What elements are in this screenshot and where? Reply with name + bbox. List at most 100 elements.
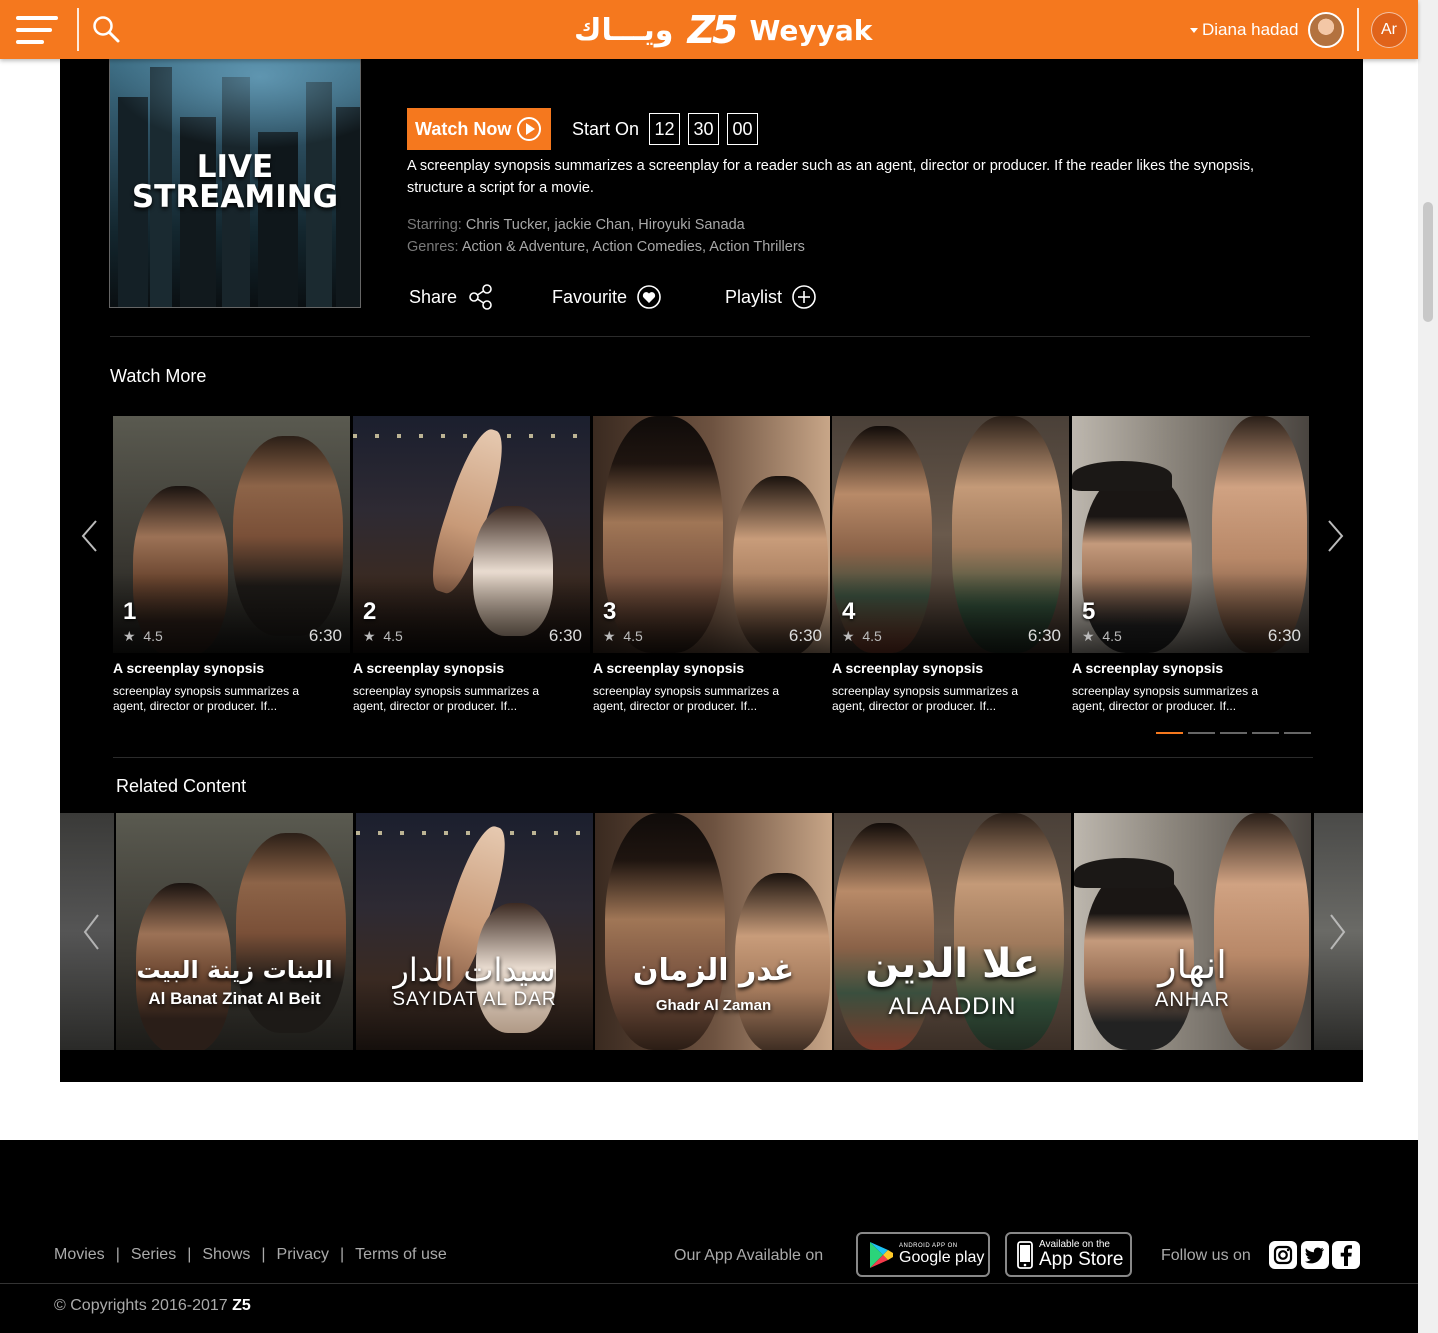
related-title-arabic: البنات زينة البيت: [136, 956, 333, 984]
weyyak-logo[interactable]: ويـــاك Z5 Weyyak: [574, 8, 872, 52]
page-scrollbar[interactable]: [1418, 0, 1438, 1333]
related-title-english: Al Banat Zinat Al Beit: [148, 989, 321, 1008]
language-button[interactable]: Ar: [1371, 12, 1407, 48]
google-play-text: Google play: [899, 1248, 985, 1266]
card-rating: ★ 4.5: [1082, 628, 1122, 645]
card-duration: 6:30: [308, 626, 342, 645]
carousel-pagination: [1156, 732, 1311, 734]
link-separator: |: [261, 1246, 266, 1263]
related-title-english: SAYIDAT AL DAR: [392, 989, 557, 1010]
related-content-title: Related Content: [116, 776, 247, 796]
pagination-dot[interactable]: [1188, 732, 1215, 734]
related-card[interactable]: علا الدين ALAADDIN: [834, 813, 1071, 1050]
share-button[interactable]: Share: [409, 284, 495, 310]
favourite-button[interactable]: Favourite: [552, 284, 661, 310]
card-duration: 6:30: [1267, 626, 1301, 645]
related-title-english: ANHAR: [1154, 989, 1230, 1011]
search-icon[interactable]: [91, 14, 121, 44]
pagination-dot[interactable]: [1252, 732, 1279, 734]
pagination-dot[interactable]: [1284, 732, 1311, 734]
related-card[interactable]: البنات زينة البيت Al Banat Zinat Al Beit: [116, 813, 353, 1050]
star-icon: ★: [1082, 628, 1095, 644]
related-card[interactable]: غدر الزمان Ghadr Al Zaman: [595, 813, 832, 1050]
watch-more-card[interactable]: 1 ★ 4.5 6:30 A screenplay synopsis scree…: [113, 416, 350, 716]
live-streaming-poster[interactable]: LIVE STREAMING: [109, 59, 361, 308]
logo-mark: Z5: [687, 8, 738, 52]
instagram-icon[interactable]: [1269, 1241, 1297, 1269]
facebook-icon[interactable]: [1332, 1241, 1360, 1269]
footer-link-movies[interactable]: Movies: [54, 1246, 105, 1264]
related-card[interactable]: انهار ANHAR: [1074, 813, 1311, 1050]
card-rating-value: 4.5: [862, 628, 882, 644]
card-title[interactable]: A screenplay synopsis: [353, 660, 504, 676]
watch-more-card[interactable]: 2 ★ 4.5 6:30 A screenplay synopsis scree…: [353, 416, 590, 716]
card-rating-value: 4.5: [143, 628, 163, 644]
follow-us-label: Follow us on: [1161, 1247, 1251, 1264]
starring-label: Starring:: [407, 217, 462, 233]
menu-icon[interactable]: [16, 14, 58, 46]
section-divider: [113, 757, 1313, 758]
copyright-label: © Copyrights 2016-2017: [54, 1297, 228, 1314]
watch-now-label: Watch Now: [415, 118, 512, 139]
avatar[interactable]: [1308, 12, 1344, 48]
watch-now-button[interactable]: Watch Now: [407, 108, 551, 150]
user-menu[interactable]: Diana hadad: [1190, 12, 1298, 48]
countdown-hours: 12: [649, 113, 680, 145]
card-title[interactable]: A screenplay synopsis: [113, 660, 264, 676]
card-rating-value: 4.5: [383, 628, 403, 644]
related-card[interactable]: سيدات الدار SAYIDAT AL DAR: [356, 813, 593, 1050]
playlist-button[interactable]: Playlist: [725, 284, 816, 310]
poster-title-line2: STREAMING: [131, 179, 339, 215]
watch-more-card[interactable]: 4 ★ 4.5 6:30 A screenplay synopsis scree…: [832, 416, 1069, 716]
genres-line: Genres: Action & Adventure, Action Comed…: [407, 239, 805, 255]
card-rating: ★ 4.5: [123, 628, 163, 645]
twitter-icon[interactable]: [1301, 1241, 1329, 1269]
genres-label: Genres:: [407, 239, 459, 255]
link-separator: |: [187, 1246, 192, 1263]
card-number: 2: [363, 598, 377, 625]
related-title-english: Ghadr Al Zaman: [655, 997, 772, 1014]
countdown-seconds: 00: [727, 113, 758, 145]
card-duration: 6:30: [548, 626, 582, 645]
watch-more-card[interactable]: 5 ★ 4.5 6:30 A screenplay synopsis scree…: [1072, 416, 1309, 716]
app-store-text: App Store: [1039, 1249, 1124, 1270]
carousel-next-arrow[interactable]: [1325, 519, 1345, 553]
card-title[interactable]: A screenplay synopsis: [593, 660, 744, 676]
footer-link-privacy[interactable]: Privacy: [277, 1246, 329, 1264]
pagination-dot[interactable]: [1220, 732, 1247, 734]
card-description: screenplay synopsis summarizes a agent, …: [832, 684, 1019, 713]
card-rating: ★ 4.5: [363, 628, 403, 645]
app-available-label: Our App Available on: [674, 1247, 824, 1264]
related-title-arabic: انهار: [1158, 943, 1227, 987]
card-thumbnail: [832, 416, 1069, 653]
footer-link-series[interactable]: Series: [131, 1246, 176, 1264]
related-title-arabic: علا الدين: [865, 941, 1040, 987]
card-title[interactable]: A screenplay synopsis: [1072, 660, 1223, 676]
related-title-arabic: سيدات الدار: [393, 951, 556, 989]
card-rating: ★ 4.5: [842, 628, 882, 645]
footer-link-shows[interactable]: Shows: [202, 1246, 250, 1264]
share-icon: [469, 284, 492, 310]
logo-english: Weyyak: [749, 13, 873, 47]
card-duration: 6:30: [788, 626, 822, 645]
related-title-arabic: غدر الزمان: [632, 953, 795, 988]
scrollbar-thumb[interactable]: [1423, 202, 1433, 322]
top-navigation-bar: ويـــاك Z5 Weyyak Diana hadad Ar: [0, 0, 1418, 59]
card-title[interactable]: A screenplay synopsis: [832, 660, 983, 676]
play-icon: [517, 117, 542, 141]
card-description: screenplay synopsis summarizes a agent, …: [353, 684, 540, 713]
related-prev-arrow[interactable]: [82, 913, 102, 951]
star-icon: ★: [842, 628, 855, 644]
carousel-prev-arrow[interactable]: [80, 519, 100, 553]
card-rating-value: 4.5: [1102, 628, 1122, 644]
star-icon: ★: [123, 628, 136, 644]
google-play-button[interactable]: ANDROID APP ON Google play: [856, 1232, 990, 1277]
footer-link-terms[interactable]: Terms of use: [355, 1246, 447, 1264]
app-store-button[interactable]: Available on the App Store: [1005, 1232, 1132, 1277]
pagination-dot[interactable]: [1156, 732, 1183, 734]
watch-more-card[interactable]: 3 ★ 4.5 6:30 A screenplay synopsis scree…: [593, 416, 830, 716]
header-divider: [77, 8, 79, 51]
link-separator: |: [115, 1246, 120, 1263]
related-next-arrow[interactable]: [1327, 913, 1347, 951]
logo-arabic: ويـــاك: [574, 12, 674, 48]
